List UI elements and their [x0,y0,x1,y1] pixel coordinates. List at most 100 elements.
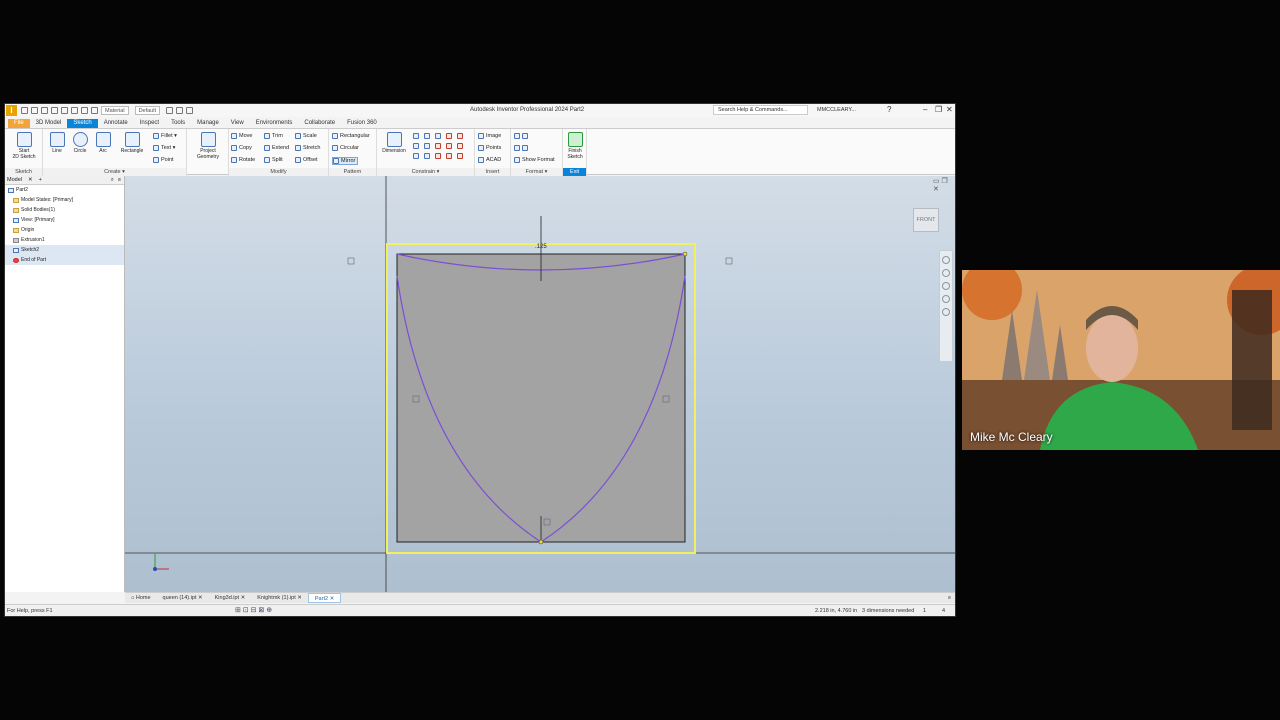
tab-collaborate[interactable]: Collaborate [298,119,341,128]
doc-tab-part2[interactable]: Part2 ✕ [307,593,342,603]
split-button[interactable]: Split [264,157,283,163]
copy-button[interactable]: Copy [231,145,252,151]
mirror-button[interactable]: Mirror [332,157,359,165]
dimension-value[interactable]: .125 [535,244,547,250]
vertical-icon[interactable] [446,143,452,149]
search-help-input[interactable]: Search Help & Commands... [713,105,808,115]
search-browser-icon[interactable]: ⌕ [111,177,114,184]
offset-button[interactable]: Offset [295,157,318,163]
finish-sketch-button[interactable]: Finish Sketch [561,132,589,160]
close-icon[interactable]: ✕ [297,595,302,601]
construction-button[interactable] [514,133,530,139]
equal-length-icon[interactable] [446,153,452,159]
acad-button[interactable]: ACAD [478,157,501,163]
coincident-icon[interactable] [413,133,419,139]
close-icon[interactable]: ✕ [241,595,246,601]
constraint-glyph-icon[interactable] [347,257,355,265]
center-point-button[interactable] [514,145,530,151]
orbit-icon[interactable] [942,295,950,303]
tab-file[interactable]: File [8,119,30,128]
doc-tab-knightmk[interactable]: Knightmk (1).ipt ✕ [251,593,308,603]
parallel-icon[interactable] [413,143,419,149]
sketch-profile-square[interactable] [396,253,686,543]
tree-item-model-states[interactable]: Model States: [Primary] [5,195,124,205]
material-dropdown[interactable]: Material [101,106,129,115]
undo-icon[interactable] [51,107,58,114]
close-icon[interactable]: ✕ [198,595,203,601]
look-at-icon[interactable] [942,308,950,316]
panel-title-constrain[interactable]: Constrain ▾ [377,168,474,176]
viewcube[interactable]: FRONT [913,208,939,232]
tree-item-solid-bodies[interactable]: Solid Bodies(1) [5,205,124,215]
trim-button[interactable]: Trim [264,133,283,139]
graphics-window[interactable]: .125 FRONT ▭ ❐ ✕ [125,176,955,592]
steering-wheel-icon[interactable] [942,256,950,264]
panel-title-format[interactable]: Format ▾ [511,168,562,176]
zoom-icon[interactable] [942,282,950,290]
minimize-icon[interactable]: – [923,105,927,114]
tab-inspect[interactable]: Inspect [134,119,165,128]
close-tab-icon[interactable]: ✕ [28,177,33,183]
tab-sketch[interactable]: Sketch [67,119,98,128]
tab-menu-icon[interactable]: ≡ [948,595,951,601]
text-button[interactable]: Text ▾ [153,145,175,151]
clear-override-icon[interactable] [166,107,173,114]
constraint-glyph-icon[interactable] [725,257,733,265]
image-button[interactable]: Image [478,133,501,139]
fix-icon[interactable] [446,133,452,139]
tab-manage[interactable]: Manage [191,119,225,128]
rectangle-button[interactable]: Rectangle [117,132,147,154]
measure-icon[interactable] [176,107,183,114]
rectangular-pattern-button[interactable]: Rectangular [332,133,370,139]
pan-icon[interactable] [942,269,950,277]
redo-icon[interactable] [61,107,68,114]
points-button[interactable]: Points [478,145,501,151]
point-button[interactable]: Point [153,157,174,163]
doc-tab-queen[interactable]: queen (14).ipt ✕ [157,593,209,603]
lock-icon[interactable] [457,133,463,139]
tangent-icon[interactable] [413,153,419,159]
move-button[interactable]: Move [231,133,252,139]
user-account[interactable]: MMCCLEARY... [817,107,856,113]
save-icon[interactable] [41,107,48,114]
add-browser-icon[interactable]: + [39,177,42,183]
browser-menu-icon[interactable]: ≡ [118,177,121,183]
horizontal-icon[interactable] [435,143,441,149]
fx-parameters-icon[interactable] [186,107,193,114]
dimension-button[interactable]: Dimension [379,132,409,154]
smooth-icon[interactable] [424,153,430,159]
sketch-svg[interactable] [125,176,955,592]
perpendicular-icon[interactable] [424,143,430,149]
doc-tab-king3d[interactable]: King3d.ipt ✕ [209,593,252,603]
corner-point[interactable] [682,251,688,257]
inventor-logo-icon[interactable]: I [6,105,17,116]
symmetric-icon[interactable] [435,153,441,159]
tree-item-view[interactable]: View: [Primary] [5,215,124,225]
update-icon[interactable] [81,107,88,114]
doc-tab-home[interactable]: ⌂ Home [125,593,157,603]
show-constraints-icon[interactable] [457,153,463,159]
show-format-button[interactable]: Show Format [514,157,555,163]
tree-item-sketch2[interactable]: Sketch2 [5,245,124,255]
canvas-window-controls-icon[interactable]: ▭ ❐ ✕ [933,177,955,193]
fillet-button[interactable]: Fillet ▾ [153,133,177,139]
select-icon[interactable] [91,107,98,114]
project-geometry-button[interactable]: Project Geometry [193,132,223,160]
tab-environments[interactable]: Environments [250,119,299,128]
sketch-tools-icons[interactable]: ⊞ ⊡ ⊟ ⊠ ⊕ [235,606,272,614]
tree-item-origin[interactable]: Origin [5,225,124,235]
stretch-button[interactable]: Stretch [295,145,320,151]
equal-icon[interactable] [457,143,463,149]
panel-title-create[interactable]: Create ▾ [43,168,186,176]
tab-annotate[interactable]: Annotate [98,119,134,128]
close-icon[interactable]: ✕ [946,105,953,114]
tab-3d-model[interactable]: 3D Model [30,119,68,128]
help-icon[interactable]: ? [887,105,891,114]
open-file-icon[interactable] [31,107,38,114]
tab-fusion-360[interactable]: Fusion 360 [341,119,383,128]
close-icon[interactable]: ✕ [330,596,335,602]
browser-tab-model[interactable]: Model [7,177,22,183]
tree-item-extrusion1[interactable]: Extrusion1 [5,235,124,245]
tree-item-part2[interactable]: Part2 [5,185,124,195]
new-file-icon[interactable] [21,107,28,114]
